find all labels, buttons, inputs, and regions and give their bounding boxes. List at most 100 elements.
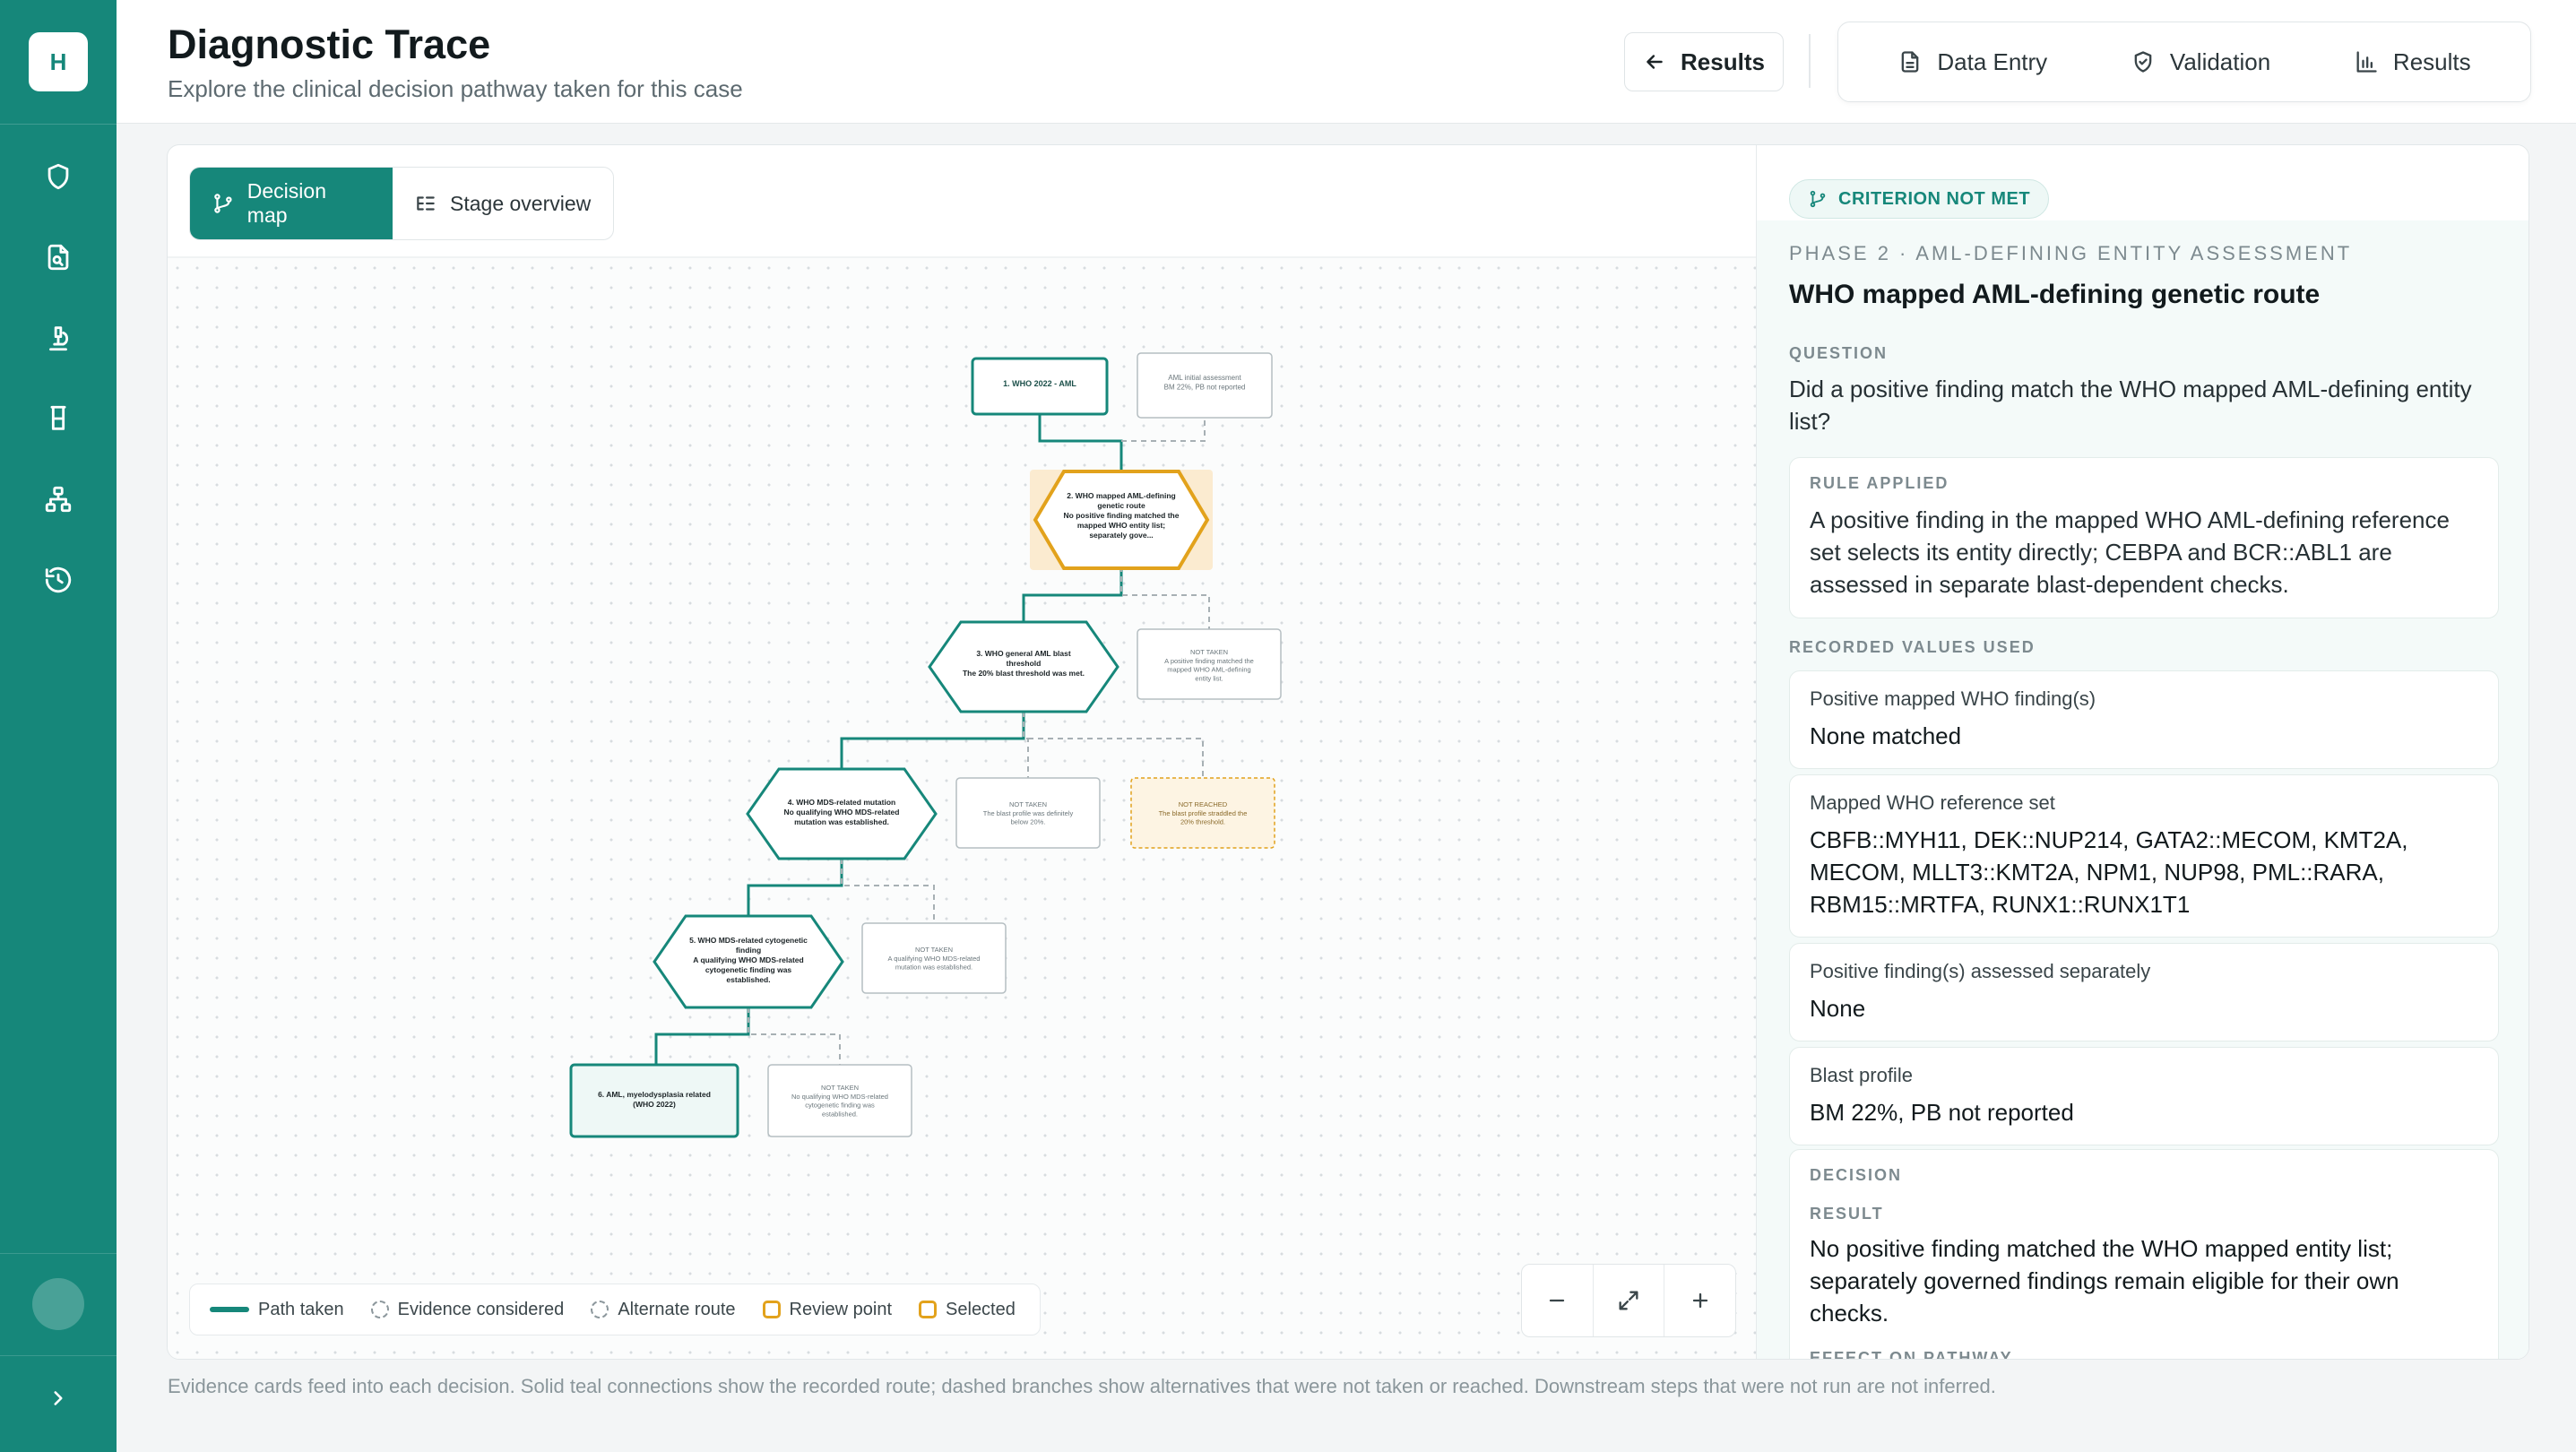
legend-swatch — [762, 1301, 781, 1318]
value-key: Mapped WHO reference set — [1810, 791, 2055, 814]
node-text-line: mutation was established. — [794, 817, 889, 826]
node-text-line: 2. WHO mapped AML-defining — [1067, 491, 1176, 500]
list-item: Positive mapped WHO finding(s) None matc… — [1789, 670, 2499, 769]
tab-label: Decision map — [246, 179, 326, 227]
badge-label: CRITERION NOT MET — [1838, 188, 2031, 209]
fit-view-button[interactable] — [1594, 1265, 1665, 1336]
network-icon[interactable] — [30, 471, 87, 528]
rail-divider — [0, 1355, 117, 1356]
back-button-label: Results — [1681, 48, 1765, 75]
criterion-detail-panel: CRITERION NOT MET PHASE 2 · AML-DEFINING… — [1756, 145, 2528, 1360]
list-item: Positive finding(s) assessed separately … — [1789, 943, 2499, 1041]
avatar[interactable] — [32, 1278, 84, 1330]
node-text: AML initial assessment BM 22%, PB not rep… — [1164, 374, 1246, 391]
question-label: QUESTION — [1789, 344, 1889, 362]
step-results[interactable]: Results — [2354, 48, 2471, 76]
node-text-line: The 20% blast threshold was met. — [963, 669, 1085, 678]
node-text-line: NOT TAKEN — [821, 1084, 859, 1092]
zoom-in-button[interactable] — [1664, 1265, 1735, 1336]
status-badge: CRITERION NOT MET — [1789, 179, 2050, 219]
rail-divider — [0, 124, 117, 125]
node-text-line: BM 22%, PB not reported — [1164, 383, 1246, 391]
header-divider — [1809, 34, 1811, 88]
node-text-line: NOT TAKEN — [1190, 648, 1228, 656]
step-validation[interactable]: Validation — [2131, 48, 2270, 76]
microscope-icon[interactable] — [30, 309, 87, 367]
bar-chart-icon — [2356, 51, 2377, 73]
test-tube-icon[interactable] — [30, 390, 87, 447]
result-text: No positive finding matched the WHO mapp… — [1810, 1235, 2399, 1327]
node-text-line: 20% threshold. — [1180, 818, 1225, 826]
shield-check-icon — [2134, 51, 2152, 73]
node-text-line: A positive finding matched the — [1164, 657, 1254, 665]
legend-label: Evidence considered — [397, 1299, 565, 1319]
node-aml-initial-assessment: AML initial assessment BM 22%, PB not rep… — [1137, 352, 1273, 419]
node-text-line: entity list. — [1195, 674, 1223, 682]
maximize-icon — [1619, 1291, 1638, 1310]
criterion-title: WHO mapped AML-defining genetic route — [1789, 280, 2321, 309]
node-text-line: below 20%. — [1011, 818, 1046, 826]
node-text-line: established. — [726, 975, 770, 984]
node-text-line: 1. WHO 2022 - AML — [1003, 379, 1076, 388]
value-key: Blast profile — [1810, 1064, 1913, 1086]
question-text: Did a positive finding match the WHO map… — [1789, 376, 2472, 435]
shield-icon[interactable] — [30, 148, 87, 205]
node-text-line: separately gove... — [1089, 531, 1153, 540]
node-text-line: NOT REACHED — [1179, 800, 1228, 808]
tab-decision-map[interactable]: Decision map — [190, 168, 393, 239]
list-tree-icon — [417, 196, 435, 211]
brand-logo[interactable]: H — [29, 32, 88, 91]
decision-box: DECISION RESULT No positive finding matc… — [1789, 1149, 2499, 1360]
zoom-controls — [1521, 1264, 1736, 1337]
recorded-values-label: RECORDED VALUES USED — [1789, 638, 2036, 656]
legend-swatch — [919, 1301, 938, 1318]
value-key: Positive mapped WHO finding(s) — [1810, 687, 2096, 710]
git-branch-icon — [214, 194, 232, 213]
step-data-entry[interactable]: Data Entry — [1897, 48, 2047, 76]
tab-stage-overview[interactable]: Stage overview — [393, 168, 612, 239]
legend-swatch — [591, 1301, 609, 1318]
node-who-general-aml-blast-threshold: 3. WHO general AML blast threshold The 20%… — [928, 620, 1119, 713]
legend-alternate-route: Alternate route — [591, 1300, 736, 1320]
file-search-icon[interactable] — [30, 229, 87, 286]
zoom-out-button[interactable] — [1522, 1265, 1594, 1336]
node-text: 4. WHO MDS-related mutation No qualifying… — [784, 798, 900, 826]
node-text-line: threshold — [1007, 659, 1042, 668]
list-item: Mapped WHO reference set CBFB::MYH11, DE… — [1789, 774, 2499, 938]
node-who-mapped-aml-defining: 2. WHO mapped AML-defining genetic route N… — [1030, 470, 1213, 570]
node-text-line: (WHO 2022) — [633, 1100, 676, 1109]
node-text-line: cytogenetic finding was — [705, 965, 792, 974]
chevron-right-icon[interactable] — [40, 1380, 76, 1416]
legend-selected: Selected — [919, 1300, 1016, 1320]
node-text-line: AML initial assessment — [1168, 374, 1241, 382]
effect-label: EFFECT ON PATHWAY — [1810, 1349, 2013, 1360]
page-header: Diagnostic Trace Explore the clinical de… — [117, 0, 2576, 124]
node-text-line: No positive finding matched the — [1064, 511, 1180, 520]
back-to-results-button[interactable]: Results — [1624, 32, 1784, 91]
minus-icon — [1550, 1299, 1565, 1302]
decision-map-area: Decision map Stage overview 1. WHO 2022 … — [168, 145, 1756, 1359]
document-icon — [1902, 51, 1919, 73]
node-text-line: finding — [736, 946, 761, 955]
path-connector — [747, 859, 843, 916]
value-text: BM 22%, PB not reported — [1810, 1099, 2074, 1126]
node-text-line: mutation was established. — [895, 964, 972, 972]
node-text-line: No qualifying WHO MDS-related — [784, 808, 900, 817]
diagram-canvas[interactable]: 1. WHO 2022 - AML AML initial assessment… — [168, 258, 1756, 1359]
arrow-left-icon — [1647, 55, 1663, 69]
node-text-line: The blast profile straddled the — [1159, 809, 1248, 817]
node-text-line: The blast profile was definitely — [983, 809, 1074, 817]
step-label: Validation — [2169, 48, 2271, 75]
node-text-line: A qualifying WHO MDS-related — [693, 955, 803, 964]
trace-card: Decision map Stage overview 1. WHO 2022 … — [167, 144, 2529, 1360]
alternate-connector — [1028, 738, 1204, 778]
node-text-line: mapped WHO AML-defining — [1167, 666, 1250, 674]
legend-path-taken: Path taken — [210, 1300, 344, 1320]
result-label: RESULT — [1810, 1205, 1884, 1223]
workflow-stepper: Data Entry Validation Results — [1837, 22, 2531, 102]
history-icon[interactable] — [30, 551, 87, 609]
legend-label: Path taken — [258, 1299, 344, 1319]
node-text-line: genetic route — [1097, 501, 1145, 510]
node-not-taken: NOT TAKEN A qualifying WHO MDS-related mut… — [861, 922, 1007, 994]
legend-evidence-considered: Evidence considered — [370, 1299, 565, 1320]
